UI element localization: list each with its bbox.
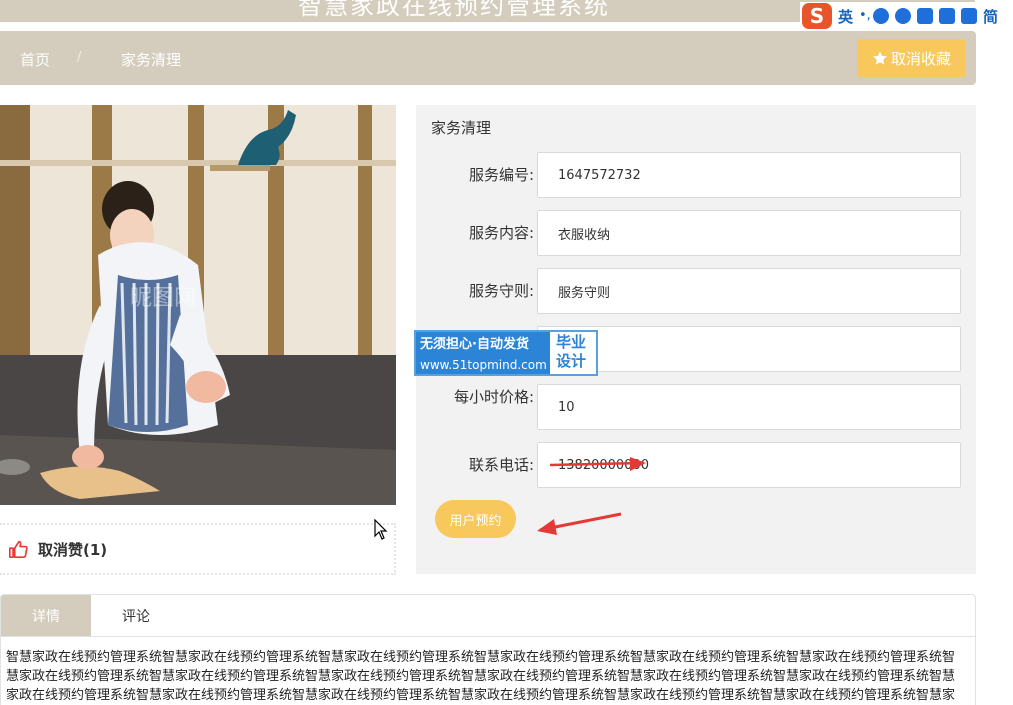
star-icon [872,51,887,65]
tab-comments[interactable]: 评论 [91,595,181,636]
ime-lang-toggle[interactable]: 英 [838,6,853,27]
like-area: 取消赞(1) [0,523,396,575]
keyboard-icon[interactable] [917,8,934,24]
unlike-label[interactable]: 取消赞(1) [38,539,107,560]
breadcrumb-separator: / [77,50,82,65]
svg-text:昵图网: 昵图网 [130,286,196,311]
system-title: 智慧家政在线预约管理系统 [298,0,610,20]
breadcrumb: 首页 / 家务清理 取消收藏 [0,31,976,85]
breadcrumb-current: 家务清理 [121,51,182,69]
unfavorite-label: 取消收藏 [890,50,951,68]
thumbs-up-icon[interactable] [8,540,28,558]
watermark-text: 无须担心·自动发货 www.51topmind.com [416,332,550,374]
watermark-line2: www.51topmind.com [420,358,547,372]
shirt-icon[interactable] [961,8,978,24]
ime-punct-icon[interactable]: •, [859,8,871,24]
microphone-icon[interactable] [895,8,912,24]
ime-toolbar: S 英 •, 简 [800,2,1013,30]
service-description: 智慧家政在线预约管理系统智慧家政在线预约管理系统智慧家政在线预约管理系统智慧家政… [6,650,956,703]
unfavorite-button[interactable]: 取消收藏 [857,39,966,77]
watermark-overlay: 无须担心·自动发货 www.51topmind.com 毕业设计 [414,330,598,376]
tab-header: 详情 评论 [1,595,976,637]
breadcrumb-home-link[interactable]: 首页 [20,49,50,70]
watermark-line1: 无须担心·自动发货 [420,337,529,352]
tab-detail[interactable]: 详情 [1,595,91,636]
service-photo: 昵图网 [0,105,396,505]
mouse-cursor-icon [374,519,388,540]
user-icon[interactable] [939,8,956,24]
simplified-toggle[interactable]: 简 [983,6,998,27]
sogou-logo-icon[interactable]: S [802,3,832,29]
emoji-icon[interactable] [873,8,890,24]
watermark-badge: 毕业设计 [556,333,587,370]
